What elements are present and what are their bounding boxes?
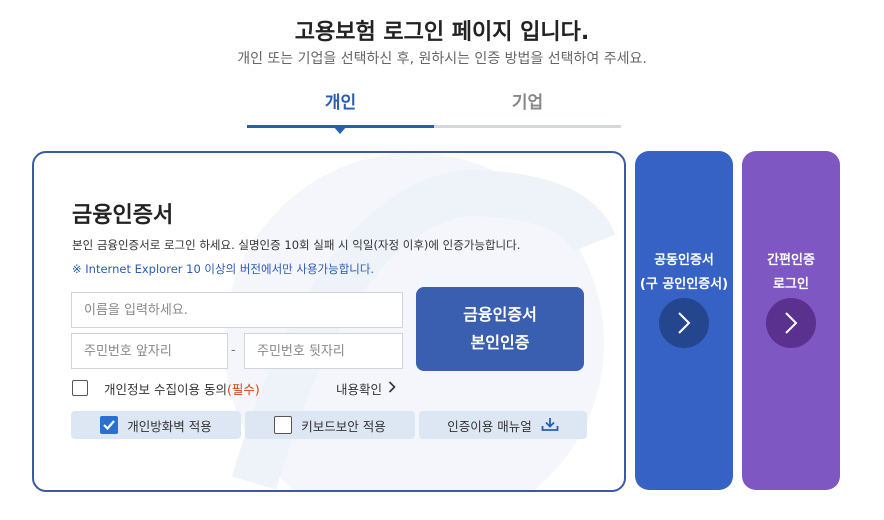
download-icon bbox=[541, 417, 559, 434]
login-type-tabs: 개인 기업 bbox=[247, 88, 621, 134]
card-title: 금융인증서 bbox=[72, 203, 174, 228]
name-input[interactable] bbox=[71, 292, 403, 328]
simple-auth-text: 간편인증 로그인 bbox=[742, 249, 840, 297]
firewall-label: 개인방화벽 적용 bbox=[127, 418, 212, 434]
auth-button-line2: 본인인증 bbox=[470, 333, 530, 352]
keyboard-security-checkbox[interactable] bbox=[274, 416, 293, 434]
auth-manual-label: 인증이용 매뉴얼 bbox=[447, 418, 532, 434]
financial-cert-card: 금융인증서 본인 금융인증서로 로그인 하세요. 실명인증 10회 실패 시 익… bbox=[32, 151, 626, 492]
rrn-front-input[interactable] bbox=[71, 333, 228, 369]
keyboard-security-label: 키보드보안 적용 bbox=[301, 418, 386, 434]
firewall-checkbox[interactable] bbox=[100, 416, 119, 434]
auth-button-line1: 금융인증서 bbox=[463, 305, 537, 324]
simple-auth-login-button[interactable]: 간편인증 로그인 bbox=[742, 151, 840, 490]
financial-cert-auth-button[interactable]: 금융인증서 본인인증 bbox=[416, 287, 584, 371]
view-consent-link[interactable]: 내용확인 bbox=[336, 379, 396, 398]
tab-corporate[interactable]: 기업 bbox=[434, 88, 621, 128]
keyboard-security-option[interactable]: 키보드보안 적용 bbox=[245, 411, 415, 439]
page-subtitle: 개인 또는 기업을 선택하신 후, 원하시는 인증 방법을 선택하여 주세요. bbox=[237, 51, 647, 67]
chevron-right-icon bbox=[388, 380, 396, 397]
rrn-back-input[interactable] bbox=[244, 333, 403, 369]
simple-auth-line2: 로그인 bbox=[773, 277, 809, 292]
firewall-option[interactable]: 개인방화벽 적용 bbox=[71, 411, 241, 439]
joint-cert-line2: (구 공인인증서) bbox=[639, 277, 729, 292]
privacy-consent: 개인정보 수집이용 동의 (필수) bbox=[72, 377, 260, 399]
privacy-consent-checkbox[interactable] bbox=[72, 380, 88, 396]
view-consent-label: 내용확인 bbox=[336, 382, 383, 397]
arrow-right-icon bbox=[659, 298, 709, 348]
rrn-separator: - bbox=[231, 343, 236, 358]
arrow-right-icon bbox=[766, 298, 816, 348]
joint-cert-line1: 공동인증서 bbox=[654, 253, 714, 268]
privacy-consent-label: 개인정보 수집이용 동의 bbox=[104, 381, 227, 397]
browser-note: ※ Internet Explorer 10 이상의 버전에서만 사용가능합니다… bbox=[72, 262, 375, 276]
required-mark: (필수) bbox=[226, 381, 260, 397]
joint-cert-login-button[interactable]: 공동인증서 (구 공인인증서) bbox=[635, 151, 733, 490]
card-description: 본인 금융인증서로 로그인 하세요. 실명인증 10회 실패 시 익일(자정 이… bbox=[72, 238, 521, 252]
simple-auth-line1: 간편인증 bbox=[767, 253, 815, 268]
check-icon bbox=[103, 420, 116, 431]
joint-cert-text: 공동인증서 (구 공인인증서) bbox=[635, 249, 733, 297]
tab-personal[interactable]: 개인 bbox=[247, 88, 434, 128]
auth-manual-button[interactable]: 인증이용 매뉴얼 bbox=[419, 411, 587, 439]
page-title: 고용보험 로그인 페이지 입니다. bbox=[294, 20, 590, 45]
active-tab-indicator bbox=[333, 126, 347, 134]
